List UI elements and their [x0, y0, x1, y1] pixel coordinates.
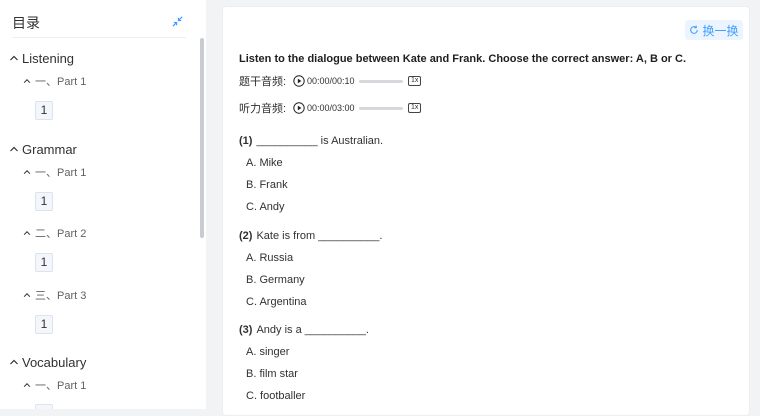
refresh-icon [690, 25, 699, 34]
answer-option[interactable]: A. Russia [246, 252, 293, 264]
collapse-icon[interactable] [171, 15, 184, 28]
answer-option[interactable]: C. footballer [246, 390, 305, 402]
question-panel: 换一换 Listen to the dialogue between Kate … [222, 6, 750, 416]
question-stem: (2) Kate is from __________. [239, 230, 382, 242]
audio-label: 听力音频: [239, 103, 287, 115]
part-item[interactable]: 一、Part 1 [22, 73, 86, 89]
swap-button-label: 换一换 [702, 23, 739, 38]
chevron-up-icon [10, 146, 18, 152]
audio-time: 00:00/03:00 [307, 103, 355, 113]
audio-player: 00:00/03:00 1x [291, 99, 423, 117]
audio-progress-slider[interactable] [359, 79, 403, 83]
answer-option[interactable]: A. Mike [246, 157, 283, 169]
section-vocabulary[interactable]: Vocabulary [8, 353, 86, 371]
sidebar: 目录 Listening 一、Part 1 1 Grammar 一、Part 1… [0, 0, 206, 409]
answer-option[interactable]: C. Andy [246, 201, 285, 213]
part-item[interactable]: 三、Part 3 [22, 287, 86, 303]
stem-audio-row: 题干音频: 00:00/00:10 1x [239, 72, 423, 90]
section-label: Listening [22, 50, 75, 66]
chevron-up-icon [23, 231, 31, 236]
question-number: (2) [239, 230, 253, 242]
audio-time: 00:00/00:10 [307, 76, 355, 86]
chevron-up-icon [23, 79, 31, 84]
section-label: Vocabulary [22, 354, 87, 370]
audio-label: 题干音频: [239, 76, 287, 88]
chevron-up-icon [10, 55, 18, 61]
chevron-up-icon [23, 383, 31, 388]
section-listening[interactable]: Listening [8, 49, 74, 67]
audio-progress-slider[interactable] [359, 106, 403, 110]
question-text: Andy is a __________. [256, 324, 369, 336]
sidebar-title: 目录 [12, 15, 40, 31]
answer-option[interactable]: B. film star [246, 368, 298, 380]
playback-speed-button[interactable]: 1x [408, 103, 422, 113]
question-text: __________ is Australian. [256, 135, 384, 147]
part-label: 一、Part 1 [35, 76, 87, 88]
chevron-up-icon [23, 170, 31, 175]
answer-option[interactable]: B. Germany [246, 274, 305, 286]
question-stem: (3) Andy is a __________. [239, 324, 369, 336]
section-label: Grammar [22, 141, 77, 157]
audio-player: 00:00/00:10 1x [291, 72, 423, 90]
chevron-up-icon [10, 359, 18, 365]
part-item[interactable]: 二、Part 2 [22, 225, 86, 241]
playback-speed-button[interactable]: 1x [408, 76, 422, 86]
swap-button[interactable]: 换一换 [685, 20, 743, 40]
question-text: Kate is from __________. [256, 230, 383, 242]
sidebar-header: 目录 [12, 12, 186, 38]
answer-option[interactable]: A. singer [246, 346, 289, 358]
answer-option[interactable]: B. Frank [246, 179, 288, 191]
section-grammar[interactable]: Grammar [8, 140, 77, 158]
sidebar-scrollbar[interactable] [200, 38, 204, 238]
question-stem: (1) __________ is Australian. [239, 135, 383, 147]
part-label: 二、Part 2 [35, 228, 87, 240]
answer-option[interactable]: C. Argentina [246, 296, 307, 308]
part-item[interactable]: 一、Part 1 [22, 377, 86, 393]
question-number-button[interactable] [35, 404, 53, 409]
play-icon[interactable] [293, 102, 305, 114]
part-label: 三、Part 3 [35, 290, 87, 302]
question-number: (1) [239, 135, 253, 147]
question-number-button[interactable]: 1 [35, 192, 53, 211]
question-number-button[interactable]: 1 [35, 253, 53, 272]
question-number: (3) [239, 324, 253, 336]
question-number-button[interactable]: 1 [35, 315, 53, 334]
play-icon[interactable] [293, 75, 305, 87]
part-label: 一、Part 1 [35, 167, 87, 179]
part-label: 一、Part 1 [35, 380, 87, 392]
listening-audio-row: 听力音频: 00:00/03:00 1x [239, 99, 423, 117]
question-number-button[interactable]: 1 [35, 101, 53, 120]
instruction-text: Listen to the dialogue between Kate and … [239, 53, 687, 65]
part-item[interactable]: 一、Part 1 [22, 164, 86, 180]
chevron-up-icon [23, 293, 31, 298]
